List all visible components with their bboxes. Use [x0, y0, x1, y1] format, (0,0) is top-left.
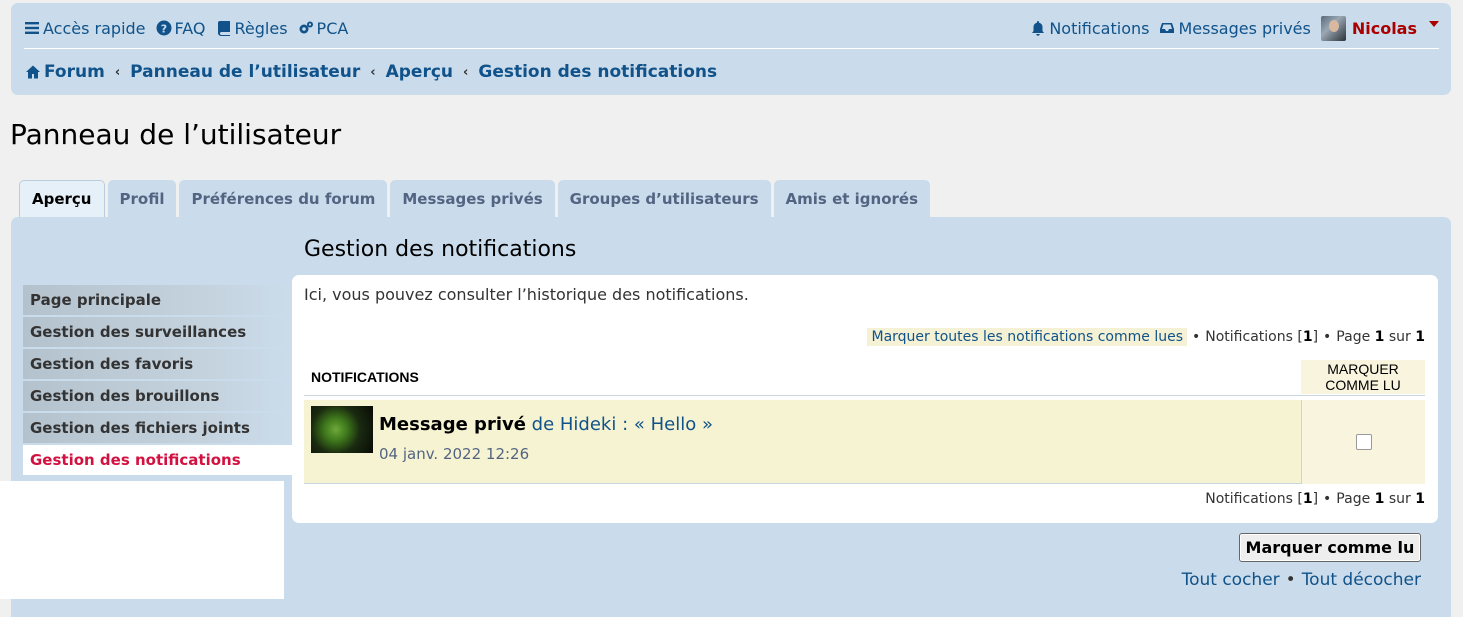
ucp-label: PCA — [316, 18, 349, 38]
page-title: Panneau de l’utilisateur — [10, 118, 342, 151]
bullet: • — [1285, 570, 1296, 590]
breadcrumb-notifications[interactable]: Gestion des notifications — [478, 62, 717, 82]
sidebar: Page principale Gestion des surveillance… — [23, 285, 292, 477]
avatar — [1320, 15, 1346, 41]
bullet: • — [1323, 329, 1332, 345]
username: Nicolas — [1351, 18, 1417, 38]
book-icon — [216, 20, 232, 36]
quick-links: Accès rapide ? FAQ Règles PCA — [24, 19, 348, 38]
mark-read-button[interactable]: Marquer comme lu — [1239, 533, 1421, 562]
check-all-link[interactable]: Tout cocher — [1182, 570, 1280, 590]
page-text: Page 1 sur 1 — [1336, 329, 1425, 345]
inbox-icon — [1159, 20, 1175, 36]
rules-label: Règles — [234, 18, 288, 38]
intro-text: Ici, vous pouvez consulter l’historique … — [304, 285, 749, 304]
private-messages-label: Messages privés — [1178, 18, 1311, 38]
column-mark-read: MARQUER COMME LU — [1301, 360, 1425, 394]
caret-down-icon — [1429, 21, 1439, 27]
hamburger-icon — [24, 20, 40, 36]
breadcrumb: Forum ‹ Panneau de l’utilisateur ‹ Aperç… — [25, 61, 717, 83]
chevron-left-icon: ‹ — [463, 64, 469, 80]
notification-title[interactable]: Message privé de Hideki : « Hello » — [379, 414, 713, 435]
tab-profile[interactable]: Profil — [107, 180, 177, 217]
notification-subject: « Hello » — [633, 414, 713, 435]
faq-link[interactable]: ? FAQ — [156, 19, 206, 38]
sidebar-item-attachments[interactable]: Gestion des fichiers joints — [23, 413, 292, 443]
pagination-bottom: Notifications [1] • Page 1 sur 1 — [1205, 491, 1425, 507]
notification-row[interactable]: Message privé de Hideki : « Hello » 04 j… — [304, 400, 1425, 484]
notif-count-text: Notifications [1] — [1205, 329, 1319, 345]
breadcrumb-forum[interactable]: Forum — [25, 62, 105, 82]
gears-icon — [298, 20, 314, 36]
bell-icon — [1030, 20, 1046, 36]
tab-private-messages[interactable]: Messages privés — [390, 180, 555, 217]
panel-heading: Gestion des notifications — [304, 237, 577, 262]
breadcrumb-forum-label: Forum — [44, 62, 105, 82]
notification-from: de Hideki : — [531, 414, 629, 435]
notification-time: 04 janv. 2022 12:26 — [379, 445, 530, 463]
notifications-link[interactable]: Notifications — [1030, 19, 1149, 38]
sidebar-item-notifications[interactable]: Gestion des notifications — [23, 445, 292, 475]
mark-all-read-link[interactable]: Marquer toutes les notifications comme l… — [867, 328, 1187, 346]
breadcrumb-ucp[interactable]: Panneau de l’utilisateur — [130, 62, 360, 82]
user-menu[interactable]: Nicolas — [1320, 15, 1439, 41]
tab-board-preferences[interactable]: Préférences du forum — [179, 180, 388, 217]
uncheck-all-link[interactable]: Tout décocher — [1302, 570, 1421, 590]
sidebar-item-subscriptions[interactable]: Gestion des surveillances — [23, 317, 292, 347]
chevron-left-icon: ‹ — [370, 64, 376, 80]
ucp-link[interactable]: PCA — [298, 18, 349, 38]
home-icon — [25, 64, 41, 80]
sidebar-item-drafts[interactable]: Gestion des brouillons — [23, 381, 292, 411]
mark-read-checkbox[interactable] — [1355, 434, 1372, 450]
notifications-content: Ici, vous pouvez consulter l’historique … — [292, 275, 1438, 523]
notifications-label: Notifications — [1049, 18, 1150, 38]
tab-usergroups[interactable]: Groupes d’utilisateurs — [557, 180, 771, 217]
tab-friends-foes[interactable]: Amis et ignorés — [773, 180, 931, 217]
sidebar-item-main-page[interactable]: Page principale — [23, 285, 292, 315]
notif-count-text: Notifications [1] — [1205, 491, 1319, 507]
bullet: • — [1323, 491, 1332, 507]
page-text: Page 1 sur 1 — [1336, 491, 1425, 507]
svg-text:?: ? — [160, 22, 166, 35]
notification-thumbnail — [311, 406, 373, 453]
sidebar-filler — [0, 481, 284, 599]
header-divider — [24, 48, 1439, 49]
sidebar-item-bookmarks[interactable]: Gestion des favoris — [23, 349, 292, 379]
bullet: • — [1192, 329, 1201, 345]
column-notifications: NOTIFICATIONS — [311, 369, 419, 385]
chevron-left-icon: ‹ — [114, 64, 121, 80]
pagination-top: Marquer toutes les notifications comme l… — [867, 328, 1425, 346]
list-header: NOTIFICATIONS MARQUER COMME LU — [304, 359, 1425, 396]
rules-link[interactable]: Règles — [216, 19, 288, 38]
breadcrumb-overview[interactable]: Aperçu — [386, 62, 453, 82]
user-links: Notifications Messages privés Nicolas — [1030, 15, 1439, 41]
question-circle-icon: ? — [156, 20, 172, 36]
header-bar: Accès rapide ? FAQ Règles PCA Notificati… — [11, 3, 1451, 95]
notification-type: Message privé — [379, 414, 526, 435]
ucp-tabs: Aperçu Profil Préférences du forum Messa… — [19, 180, 931, 217]
quick-access-label: Accès rapide — [43, 18, 146, 38]
top-navigation: Accès rapide ? FAQ Règles PCA Notificati… — [24, 15, 1439, 41]
notification-mark-cell — [1301, 400, 1425, 484]
check-links: Tout cocher • Tout décocher — [1182, 570, 1421, 590]
private-messages-link[interactable]: Messages privés — [1159, 18, 1311, 38]
quick-access-link[interactable]: Accès rapide — [24, 19, 146, 38]
faq-label: FAQ — [174, 18, 206, 38]
tab-overview[interactable]: Aperçu — [19, 180, 105, 217]
